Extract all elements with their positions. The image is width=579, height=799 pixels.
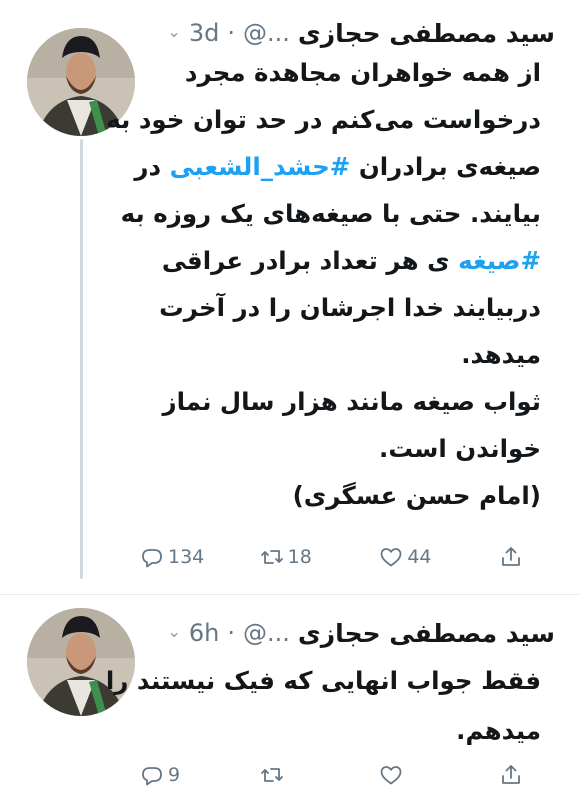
like-button[interactable]: 44 [379, 545, 449, 569]
reply-button[interactable]: 134 [140, 545, 210, 569]
separator-dot: · [227, 619, 235, 647]
retweet-button[interactable] [260, 763, 330, 787]
tweet-header: ⌄ 3d · @... سید مصطفی حجازی [167, 12, 555, 54]
share-icon [502, 547, 520, 566]
reply-count: 9 [168, 764, 181, 786]
tweet-text-line: خواندن است. [379, 434, 541, 463]
tweet-text-line: میدهم. [456, 716, 541, 745]
heart-icon [380, 548, 402, 567]
tweet-text-line: میدهد. [461, 340, 541, 369]
tweet-header: ⌄ 6h · @... سید مصطفی حجازی [167, 612, 555, 654]
heart-icon [380, 766, 402, 785]
tweet[interactable]: ⌄ 3d · @... سید مصطفی حجازی از همه خواهر… [0, 0, 579, 590]
tweet-text-line: صیغه‌ی برادران #حشد_الشعبی در [134, 152, 541, 181]
share-button[interactable] [499, 763, 523, 787]
tweet-text-line: درخواست می‌کنم در حد توان خود به [106, 105, 541, 134]
share-button[interactable] [499, 545, 523, 569]
chevron-down-icon[interactable]: ⌄ [167, 22, 180, 41]
separator-dot: · [227, 19, 235, 47]
tweet-text-line: (امام حسن عسگری) [292, 481, 541, 510]
reply-count: 134 [168, 546, 205, 568]
tweet[interactable]: ⌄ 6h · @... سید مصطفی حجازی فقط جواب انه… [0, 600, 579, 799]
share-icon [502, 765, 520, 784]
tweet-actions: 134 18 44 [140, 541, 523, 573]
author-name[interactable]: سید مصطفی حجازی [298, 19, 555, 48]
author-name[interactable]: سید مصطفی حجازی [298, 619, 555, 648]
retweet-icon [260, 768, 283, 782]
retweet-count: 18 [287, 546, 312, 568]
hashtag-link[interactable]: #حشد_الشعبی [170, 152, 351, 181]
tweet-text-line: #صیغه ی هر تعداد برادر عراقی [161, 246, 541, 275]
like-count: 44 [407, 546, 432, 568]
tweet-timestamp[interactable]: 3d [189, 19, 220, 47]
tweet-text-line: از همه خواهران مجاهدة مجرد [184, 58, 541, 87]
retweet-icon [260, 550, 283, 564]
like-button[interactable] [379, 763, 449, 787]
tweet-actions: 9 [140, 759, 523, 791]
tweet-text-line: بیایند. حتی با صیغه‌های یک روزه به [120, 199, 541, 228]
author-handle[interactable]: @... [243, 19, 290, 47]
reply-button[interactable]: 9 [140, 763, 210, 787]
retweet-button[interactable]: 18 [260, 545, 330, 569]
chevron-down-icon[interactable]: ⌄ [167, 622, 180, 641]
tweet-text: فقط جواب انهایی که فیک نیستند را میدهم. [105, 656, 541, 756]
tweet-text-line: ثواب صیغه مانند هزار سال نماز [162, 387, 541, 416]
tweet-timestamp[interactable]: 6h [189, 619, 219, 647]
reply-icon [142, 767, 162, 786]
tweet-text-line: دربیایند خدا اجرشان را در آخرت [159, 293, 541, 322]
author-handle[interactable]: @... [243, 619, 290, 647]
tweet-text: از همه خواهران مجاهدة مجرد درخواست می‌کنم… [106, 49, 541, 519]
reply-icon [142, 549, 162, 568]
tweet-divider [0, 594, 579, 595]
hashtag-link[interactable]: #صیغه [458, 246, 541, 275]
tweet-text-line: فقط جواب انهایی که فیک نیستند را [105, 666, 541, 695]
